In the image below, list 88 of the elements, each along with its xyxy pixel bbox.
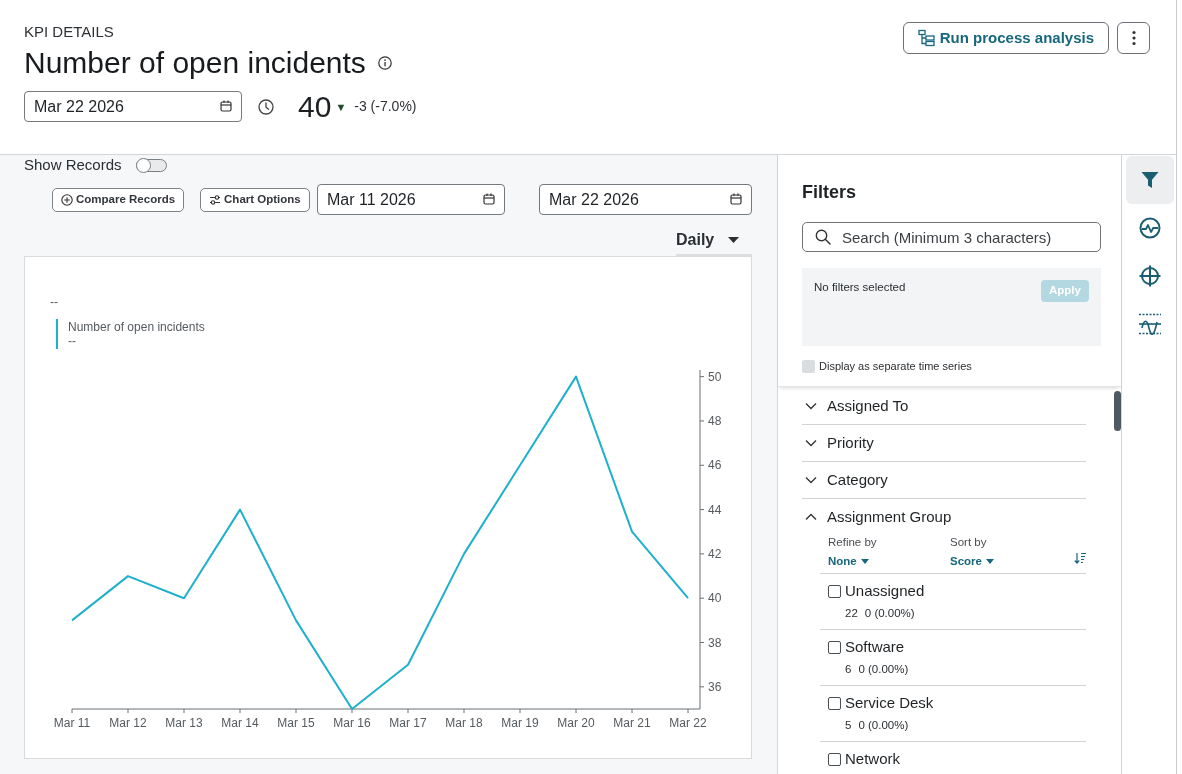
chart-summary-value: -- [50, 295, 58, 309]
toggle-switch[interactable] [135, 158, 167, 172]
chevron-down-icon [805, 439, 817, 447]
option-count: 6 [845, 662, 852, 676]
caret-down-icon [860, 558, 869, 564]
option-change: 0 (0.00%) [858, 662, 909, 676]
legend-label: Number of open incidents [68, 320, 205, 334]
kpi-change: -3 (-7.0%) [354, 97, 417, 116]
vertical-dots-icon [1131, 30, 1136, 46]
dropdown-label: Refine by [828, 535, 878, 549]
axis-tick-label: Mar 19 [501, 716, 539, 730]
sort-descending-icon [1074, 552, 1086, 564]
chevron-up-icon [805, 513, 817, 521]
axis-tick-label: Mar 18 [445, 716, 483, 730]
filter-group-header[interactable]: Assignment Group [802, 499, 1086, 535]
checkbox[interactable] [828, 696, 841, 710]
checkbox[interactable] [828, 752, 841, 766]
checkbox[interactable] [828, 640, 841, 654]
axis-tick-label: 44 [708, 502, 722, 517]
axis-tick-label: Mar 22 [669, 716, 707, 730]
plus-circle-icon [61, 193, 73, 206]
axis-tick-label: Mar 20 [557, 716, 595, 730]
dropdown-label: Sort by [950, 535, 988, 549]
option-count: 5 [845, 718, 852, 732]
more-options-button[interactable] [1117, 22, 1150, 54]
legend-value: -- [68, 334, 76, 348]
axis-tick-label: Mar 11 [53, 716, 91, 730]
kpi-value: 40 [298, 91, 332, 122]
trend-indicator: ▼ [335, 100, 347, 113]
axis-tick-label: Mar 17 [389, 716, 427, 730]
page-title: Number of open incidents [24, 45, 366, 81]
axis-tick-label: Mar 15 [277, 716, 315, 730]
axis-tick-label: 40 [708, 591, 722, 606]
axis-tick-label: 38 [708, 635, 722, 650]
panel-title: Filters [802, 181, 858, 204]
status-text: No filters selected [814, 280, 906, 294]
sliders-icon [209, 193, 222, 206]
axis-tick-label: 42 [708, 546, 722, 561]
run-analysis-button[interactable]: Run process analysis [902, 22, 1109, 54]
axis-tick-label: Mar 13 [165, 716, 203, 730]
axis-tick-label: Mar 21 [613, 716, 651, 730]
axis-tick-label: 50 [708, 369, 722, 384]
scrollbar-thumb[interactable] [1114, 391, 1121, 431]
clock-icon [258, 98, 274, 115]
caret-down-icon [985, 558, 994, 564]
threshold-wave-icon [1139, 313, 1161, 335]
sort-order-button[interactable] [1074, 551, 1086, 565]
side-tab[interactable] [1126, 156, 1174, 204]
option-change: 0 (0.00%) [858, 718, 909, 732]
toolbar-button[interactable]: Chart Options [200, 187, 310, 212]
date-field[interactable]: Mar 22 2026 [24, 91, 242, 122]
funnel-icon [1140, 170, 1160, 190]
axis-tick-label: Mar 14 [221, 716, 259, 730]
pulse-circle-icon [1139, 217, 1161, 239]
filter-group-header[interactable]: Assigned To [802, 388, 1086, 425]
toggle-label: Show Records [24, 156, 122, 174]
toolbar-button[interactable]: Compare Records [52, 187, 185, 212]
axis-tick-label: Mar 12 [109, 716, 147, 730]
filter-group-header[interactable]: Priority [802, 425, 1086, 462]
axis-tick-label: 46 [708, 458, 722, 473]
axis-tick-label: 48 [708, 413, 722, 428]
info-icon [377, 56, 392, 70]
option-label: Software [845, 638, 905, 656]
option-change: 0 (0.00%) [864, 606, 915, 620]
checkbox-label: Display as separate time series [819, 359, 972, 375]
sort-dropdown[interactable]: Score [950, 553, 994, 569]
date-field[interactable]: Mar 11 2026 [317, 184, 505, 215]
calendar-icon [220, 100, 232, 112]
caret-down-icon [728, 236, 740, 243]
chevron-down-icon [805, 476, 817, 484]
option-label: Network [845, 750, 900, 768]
section-label: KPI DETAILS [24, 22, 115, 42]
axis-tick-label: 36 [708, 679, 722, 694]
axis-tick-label: Mar 16 [333, 716, 371, 730]
search-field[interactable]: Search (Minimum 3 characters) [802, 222, 1101, 252]
calendar-icon [483, 193, 495, 205]
search-icon [815, 229, 831, 245]
filter-group-header[interactable]: Category [802, 462, 1086, 499]
calendar-icon [730, 193, 742, 205]
option-count: 22 [845, 606, 858, 620]
checkbox[interactable] [828, 584, 841, 598]
refine-dropdown[interactable]: None [828, 553, 869, 569]
option-label: Unassigned [845, 582, 925, 600]
hierarchy-icon [917, 29, 936, 47]
chevron-down-icon [805, 402, 817, 410]
option-label: Service Desk [845, 694, 934, 712]
date-field[interactable]: Mar 22 2026 [539, 184, 752, 215]
crosshair-icon [1139, 265, 1161, 287]
